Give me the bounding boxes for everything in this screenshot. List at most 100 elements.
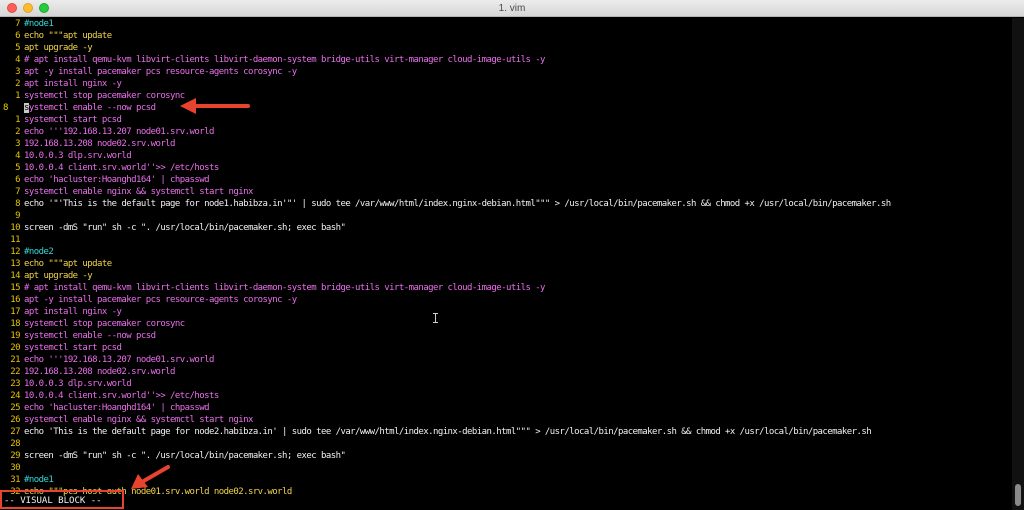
line-number: 12 xyxy=(10,247,20,257)
editor-line[interactable]: 6 echo """apt update xyxy=(0,30,112,42)
text-cursor-icon xyxy=(433,313,438,323)
line-text: 192.168.13.208 node02.srv.world xyxy=(24,367,175,377)
window-title: 1. vim xyxy=(498,3,526,14)
editor-line[interactable]: 20 systemctl start pcsd xyxy=(0,342,122,354)
editor-line[interactable]: 10 screen -dmS "run" sh -c ". /usr/local/… xyxy=(0,222,346,234)
line-number: 2 xyxy=(15,79,20,89)
editor-line[interactable]: 2 echo '''192.168.13.207 node01.srv.world xyxy=(0,126,214,138)
editor-line[interactable]: 5 apt upgrade -y xyxy=(0,42,93,54)
editor-line[interactable]: 4 # apt install qemu-kvm libvirt-clients … xyxy=(0,54,545,66)
line-number: 25 xyxy=(10,403,20,413)
line-text: apt upgrade -y xyxy=(24,43,93,53)
editor-line[interactable]: 22 192.168.13.208 node02.srv.world xyxy=(0,366,175,378)
editor-line[interactable]: 15 # apt install qemu-kvm libvirt-clients… xyxy=(0,282,545,294)
editor-line[interactable]: 8 echo '"'This is the default page for no… xyxy=(0,198,891,210)
editor-line[interactable]: 19 systemctl enable --now pcsd xyxy=(0,330,156,342)
line-number: 16 xyxy=(10,295,20,305)
editor-line[interactable]: 7 systemctl enable nginx && systemctl sta… xyxy=(0,186,253,198)
line-number: 30 xyxy=(10,463,20,473)
line-number: 8 xyxy=(3,103,8,113)
line-number: 28 xyxy=(10,439,20,449)
line-number: 7 xyxy=(15,187,20,197)
line-text: 192.168.13.208 node02.srv.world xyxy=(24,139,175,149)
line-number: 22 xyxy=(10,367,20,377)
line-text: #node1 xyxy=(24,19,54,29)
line-text: systemctl enable --now pcsd xyxy=(24,103,156,113)
editor-line[interactable]: 24 10.0.0.4 client.srv.world''>> /etc/hos… xyxy=(0,390,219,402)
line-number: 20 xyxy=(10,343,20,353)
line-text: systemctl stop pacemaker corosync xyxy=(24,91,185,101)
line-text: systemctl enable --now pcsd xyxy=(24,331,156,341)
scrollbar[interactable] xyxy=(1012,18,1024,510)
line-number: 18 xyxy=(10,319,20,329)
line-number: 8 xyxy=(15,199,20,209)
editor-line[interactable]: 12 #node2 xyxy=(0,246,54,258)
editor-line[interactable]: 31 #node1 xyxy=(0,474,54,486)
line-number: 27 xyxy=(10,427,20,437)
editor-line[interactable]: 9 xyxy=(0,210,24,222)
editor-line[interactable]: 23 10.0.0.3 dlp.srv.world xyxy=(0,378,131,390)
line-text: apt -y install pacemaker pcs resource-ag… xyxy=(24,67,297,77)
line-number: 3 xyxy=(15,139,20,149)
editor-line[interactable]: 6 echo 'hacluster:Hoanghd164' | chpasswd xyxy=(0,174,209,186)
line-number: 19 xyxy=(10,331,20,341)
editor-line[interactable]: 1 systemctl start pcsd xyxy=(0,114,122,126)
editor-line[interactable]: 4 10.0.0.3 dlp.srv.world xyxy=(0,150,132,162)
line-number: 5 xyxy=(15,43,20,53)
line-number: 5 xyxy=(15,163,20,173)
line-text: 10.0.0.3 dlp.srv.world xyxy=(24,151,132,161)
line-text: apt install nginx -y xyxy=(24,79,122,89)
line-text: echo '"'This is the default page for nod… xyxy=(24,199,891,209)
line-text: systemctl start pcsd xyxy=(24,115,122,125)
vim-editor-buffer[interactable]: 7 #node1 6 echo """apt update 5 apt upgrade -… xyxy=(0,18,1012,497)
line-number: 6 xyxy=(15,175,20,185)
editor-line[interactable]: 7 #node1 xyxy=(0,18,54,30)
editor-line[interactable]: 27 echo 'This is the default page for nod… xyxy=(0,426,871,438)
editor-line[interactable]: 8 systemctl enable --now pcsd xyxy=(0,102,156,114)
line-number: 6 xyxy=(15,31,20,41)
line-text: apt upgrade -y xyxy=(24,271,93,281)
editor-line[interactable]: 16 apt -y install pacemaker pcs resource-… xyxy=(0,294,297,306)
line-number: 15 xyxy=(10,283,20,293)
line-number: 3 xyxy=(15,67,20,77)
editor-line[interactable]: 21 echo '''192.168.13.207 node01.srv.worl… xyxy=(0,354,214,366)
editor-line[interactable]: 3 apt -y install pacemaker pcs resource-a… xyxy=(0,66,297,78)
line-text: screen -dmS "run" sh -c ". /usr/local/bi… xyxy=(24,451,346,461)
title-bar[interactable]: 1. vim xyxy=(0,0,1024,17)
line-text: echo '''192.168.13.207 node01.srv.world xyxy=(24,355,214,365)
editor-line[interactable]: 30 xyxy=(0,462,24,474)
line-text: systemctl enable nginx && systemctl star… xyxy=(24,415,253,425)
editor-line[interactable]: 14 apt upgrade -y xyxy=(0,270,92,282)
line-text: echo """apt update xyxy=(24,31,112,41)
line-number: 11 xyxy=(10,235,20,245)
line-text: screen -dmS "run" sh -c ". /usr/local/bi… xyxy=(24,223,346,233)
editor-line[interactable]: 28 xyxy=(0,438,24,450)
line-text: # apt install qemu-kvm libvirt-clients l… xyxy=(24,283,545,293)
editor-line[interactable]: 18 systemctl stop pacemaker corosync xyxy=(0,318,185,330)
editor-line[interactable]: 2 apt install nginx -y xyxy=(0,78,122,90)
line-text: # apt install qemu-kvm libvirt-clients l… xyxy=(24,55,545,65)
line-number: 21 xyxy=(10,355,20,365)
editor-line[interactable]: 25 echo 'hacluster:Hoanghd164' | chpasswd xyxy=(0,402,209,414)
editor-line[interactable]: 3 192.168.13.208 node02.srv.world xyxy=(0,138,175,150)
line-text-rest: ystemctl enable --now pcsd xyxy=(28,103,156,113)
line-text: 10.0.0.4 client.srv.world''>> /etc/hosts xyxy=(24,163,219,173)
line-number: 14 xyxy=(10,271,20,281)
line-text: echo """apt update xyxy=(24,259,112,269)
editor-line[interactable]: 29 screen -dmS "run" sh -c ". /usr/local/… xyxy=(0,450,346,462)
editor-line[interactable]: 11 xyxy=(0,234,24,246)
line-number: 31 xyxy=(10,475,20,485)
scrollbar-thumb[interactable] xyxy=(1015,484,1021,506)
editor-line[interactable]: 17 apt install nginx -y xyxy=(0,306,122,318)
line-text: #node2 xyxy=(24,247,54,257)
editor-line[interactable]: 1 systemctl stop pacemaker corosync xyxy=(0,90,185,102)
line-number: 4 xyxy=(15,151,20,161)
line-text: echo '''192.168.13.207 node01.srv.world xyxy=(24,127,214,137)
editor-line[interactable]: 5 10.0.0.4 client.srv.world''>> /etc/host… xyxy=(0,162,219,174)
editor-line[interactable]: 13 echo """apt update xyxy=(0,258,112,270)
line-number: 17 xyxy=(10,307,20,317)
line-text: echo 'hacluster:Hoanghd164' | chpasswd xyxy=(24,403,210,413)
line-number: 9 xyxy=(15,211,20,221)
editor-line[interactable]: 26 systemctl enable nginx && systemctl st… xyxy=(0,414,253,426)
line-number: 2 xyxy=(15,127,20,137)
